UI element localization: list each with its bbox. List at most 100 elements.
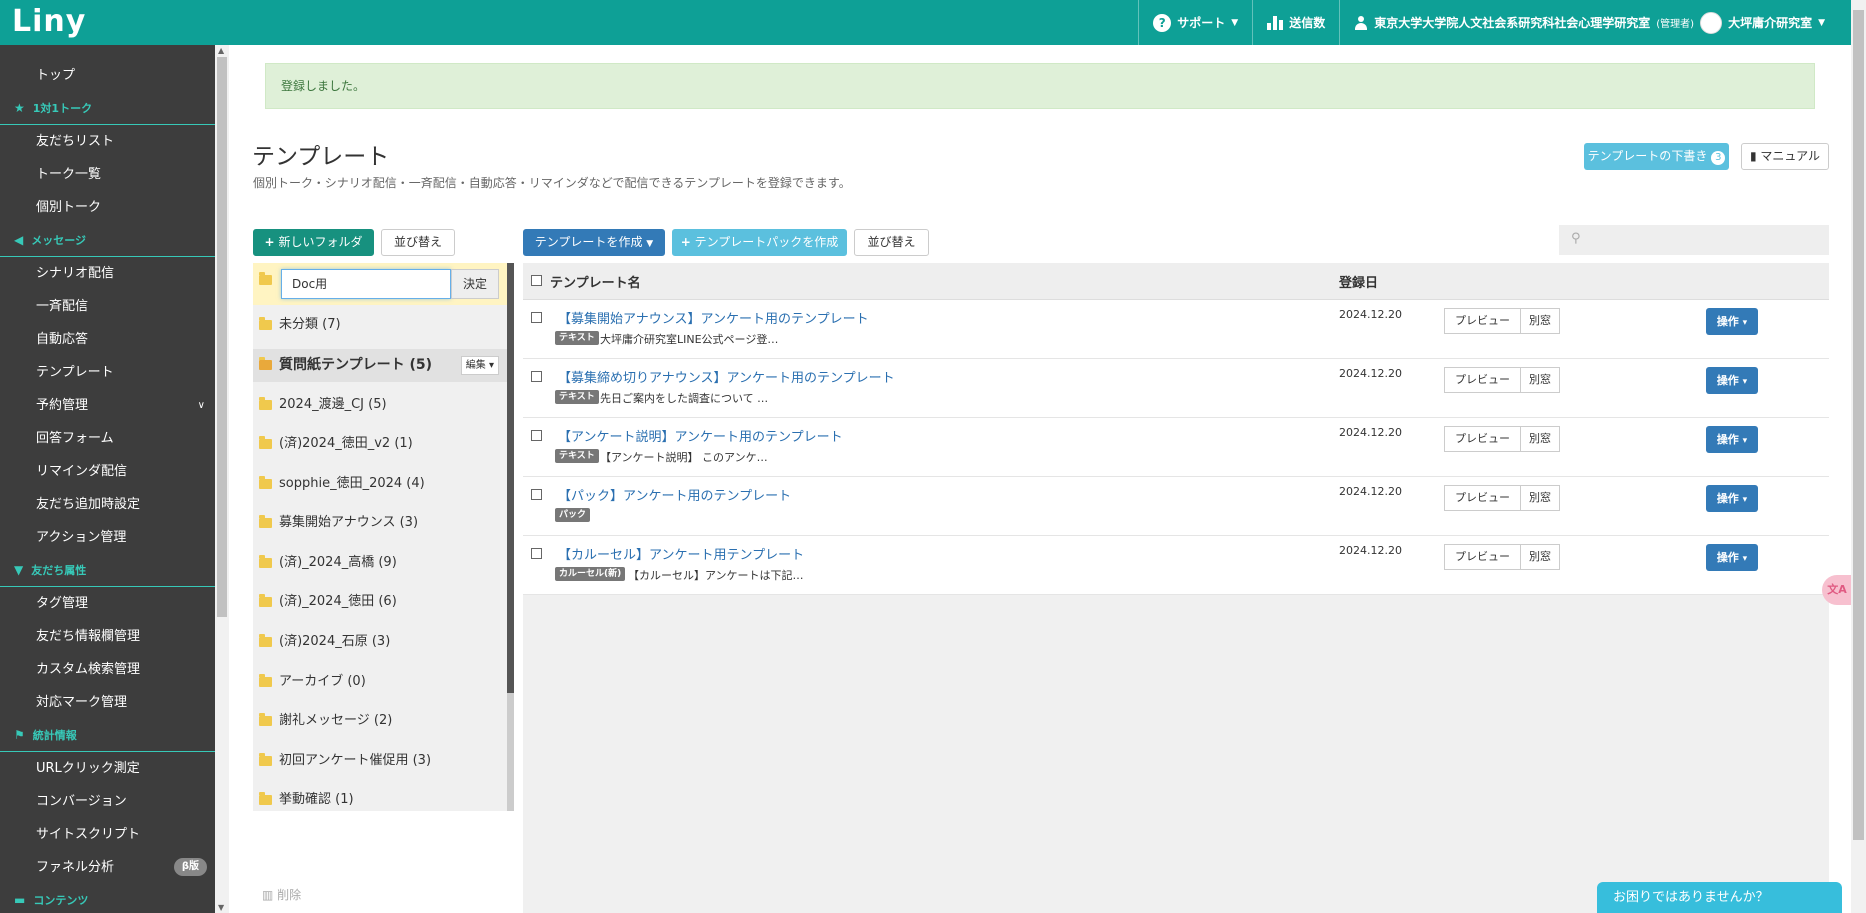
operations-dropdown[interactable]: 操作 ▾ bbox=[1706, 308, 1758, 335]
new-window-button[interactable]: 別窓 bbox=[1521, 485, 1560, 511]
folder-item[interactable]: sopphie_徳田_2024 (4) bbox=[253, 468, 507, 500]
preview-button[interactable]: プレビュー bbox=[1444, 544, 1521, 570]
row-checkbox[interactable] bbox=[531, 548, 542, 559]
sidebar-item-mark-mgmt[interactable]: 対応マーク管理 bbox=[0, 686, 215, 719]
row-checkbox[interactable] bbox=[531, 312, 542, 323]
template-title-link[interactable]: 【パック】アンケート用のテンプレート bbox=[558, 485, 791, 504]
preview-button[interactable]: プレビュー bbox=[1444, 426, 1521, 452]
folder-item-active[interactable]: 質問紙テンプレート (5) 編集 ▾ bbox=[253, 349, 507, 382]
sidebar-item-url-click[interactable]: URLクリック測定 bbox=[0, 752, 215, 785]
folder-item[interactable]: 挙動確認 (1) bbox=[253, 784, 507, 816]
page-scrollbar[interactable] bbox=[1851, 0, 1866, 913]
preview-button[interactable]: プレビュー bbox=[1444, 367, 1521, 393]
button-label: マニュアル bbox=[1760, 149, 1821, 163]
row-checkbox[interactable] bbox=[531, 430, 542, 441]
folder-item[interactable]: (済)2024_石原 (3) bbox=[253, 626, 507, 658]
create-template-pack-button[interactable]: + テンプレートパックを作成 bbox=[672, 229, 847, 256]
sidebar-item-conversion[interactable]: コンバージョン bbox=[0, 785, 215, 818]
top-bar: Liny ? サポート ▼ 送信数 東京大学大学院人文社会系研究科社会心理学研究… bbox=[0, 0, 1851, 45]
sidebar-item-talk-list[interactable]: トーク一覧 bbox=[0, 158, 215, 191]
sidebar-item-friends-list[interactable]: 友だちリスト bbox=[0, 125, 215, 158]
sidebar-item-reservation[interactable]: 予約管理 ∨ bbox=[0, 389, 215, 422]
preview-button[interactable]: プレビュー bbox=[1444, 308, 1521, 334]
sidebar-item-site-script[interactable]: サイトスクリプト bbox=[0, 818, 215, 851]
template-title-link[interactable]: 【募集締め切りアナウンス】アンケート用のテンプレート bbox=[558, 367, 895, 386]
section-label: 1対1トーク bbox=[32, 101, 93, 115]
help-chat-tab[interactable]: お困りではありませんか？ bbox=[1597, 882, 1842, 913]
folder-item[interactable]: 2024_渡邊_CJ (5) bbox=[253, 389, 507, 421]
folder-name-input[interactable]: Doc用 bbox=[281, 269, 451, 299]
folder-label: 謝礼メッセージ (2) bbox=[279, 713, 393, 728]
scroll-down-icon[interactable]: ▼ bbox=[218, 903, 224, 912]
template-title-link[interactable]: 【アンケート説明】アンケート用のテンプレート bbox=[558, 426, 843, 445]
sidebar-item-auto-reply[interactable]: 自動応答 bbox=[0, 323, 215, 356]
support-menu[interactable]: ? サポート ▼ bbox=[1138, 0, 1252, 45]
confirm-button[interactable]: 決定 bbox=[451, 269, 499, 299]
row-checkbox[interactable] bbox=[531, 371, 542, 382]
folder-item[interactable]: 募集開始アナウンス (3) bbox=[253, 507, 507, 539]
folder-item[interactable]: (済)_2024_高橋 (9) bbox=[253, 547, 507, 579]
folder-icon bbox=[259, 272, 272, 285]
sidebar-item-friend-add-settings[interactable]: 友だち追加時設定 bbox=[0, 488, 215, 521]
sort-folders-button[interactable]: 並び替え bbox=[381, 229, 455, 256]
sidebar-item-answer-form[interactable]: 回答フォーム bbox=[0, 422, 215, 455]
folder-edit-button[interactable]: 編集 ▾ bbox=[460, 356, 499, 375]
sidebar-item-top[interactable]: トップ bbox=[0, 59, 215, 92]
operations-dropdown[interactable]: 操作 ▾ bbox=[1706, 367, 1758, 394]
sidebar-item-scenario[interactable]: シナリオ配信 bbox=[0, 257, 215, 290]
new-window-button[interactable]: 別窓 bbox=[1521, 308, 1560, 334]
sent-count-link[interactable]: 送信数 bbox=[1252, 0, 1339, 45]
new-window-button[interactable]: 別窓 bbox=[1521, 544, 1560, 570]
sidebar-item-template[interactable]: テンプレート bbox=[0, 356, 215, 389]
new-window-button[interactable]: 別窓 bbox=[1521, 367, 1560, 393]
folder-label: 初回アンケート催促用 (3) bbox=[279, 753, 432, 768]
sidebar-item-broadcast[interactable]: 一斉配信 bbox=[0, 290, 215, 323]
folder-item[interactable]: 未分類 (7) bbox=[253, 309, 507, 341]
col-registered-date: 登録日 bbox=[1339, 276, 1379, 291]
app-logo[interactable]: Liny bbox=[12, 4, 86, 39]
preview-button[interactable]: プレビュー bbox=[1444, 485, 1521, 511]
sidebar-item-tag-mgmt[interactable]: タグ管理 bbox=[0, 587, 215, 620]
scrollbar-thumb[interactable] bbox=[1853, 10, 1864, 840]
template-preview-text: 【アンケート説明】 このアンケ… bbox=[600, 451, 768, 464]
sidebar-item-custom-search[interactable]: カスタム検索管理 bbox=[0, 653, 215, 686]
account-menu[interactable]: 東京大学大学院人文社会系研究科社会心理学研究室 (管理者) 大坪庸介研究室 ▼ bbox=[1339, 0, 1851, 45]
delete-folder-link[interactable]: ▥ 削除 bbox=[262, 886, 301, 903]
row-checkbox[interactable] bbox=[531, 489, 542, 500]
sidebar-item-action-mgmt[interactable]: アクション管理 bbox=[0, 521, 215, 554]
folder-scrollbar[interactable] bbox=[507, 263, 514, 811]
manual-button[interactable]: ▮ マニュアル bbox=[1741, 143, 1829, 170]
sidebar-item-individual-talk[interactable]: 個別トーク bbox=[0, 191, 215, 224]
button-label: テンプレートパックを作成 bbox=[694, 235, 839, 249]
new-folder-button[interactable]: + 新しいフォルダ bbox=[253, 229, 374, 256]
sidebar-item-funnel[interactable]: ファネル分析 β版 bbox=[0, 851, 215, 884]
template-drafts-button[interactable]: テンプレートの下書き 3 bbox=[1584, 143, 1729, 170]
template-title-link[interactable]: 【募集開始アナウンス】アンケート用のテンプレート bbox=[558, 308, 869, 327]
folder-item[interactable]: (済)_2024_徳田 (6) bbox=[253, 586, 507, 618]
new-window-button[interactable]: 別窓 bbox=[1521, 426, 1560, 452]
section-label: 統計情報 bbox=[32, 728, 77, 742]
account-lab: 大坪庸介研究室 bbox=[1728, 16, 1813, 30]
select-all-checkbox[interactable] bbox=[531, 275, 542, 286]
folder-item[interactable]: 謝礼メッセージ (2) bbox=[253, 705, 507, 737]
folder-item[interactable]: 初回アンケート催促用 (3) bbox=[253, 745, 507, 777]
scrollbar-thumb[interactable] bbox=[217, 57, 227, 617]
operations-dropdown[interactable]: 操作 ▾ bbox=[1706, 426, 1758, 453]
scrollbar-thumb[interactable] bbox=[507, 263, 514, 693]
scroll-up-icon[interactable]: ▲ bbox=[218, 46, 224, 55]
template-title-link[interactable]: 【カルーセル】アンケート用テンプレート bbox=[558, 544, 804, 563]
folder-item[interactable]: アーカイブ (0) bbox=[253, 666, 507, 698]
create-template-button[interactable]: テンプレートを作成 ▼ bbox=[523, 229, 665, 256]
sidebar-item-friend-info-mgmt[interactable]: 友だち情報欄管理 bbox=[0, 620, 215, 653]
sidebar-item-reminder[interactable]: リマインダ配信 bbox=[0, 455, 215, 488]
sidebar-scrollbar[interactable]: ▲ ▼ bbox=[215, 45, 229, 913]
folder-item[interactable]: (済)2024_徳田_v2 (1) bbox=[253, 428, 507, 460]
search-input[interactable]: ⚲ bbox=[1559, 225, 1829, 255]
folder-label: (済)_2024_高橋 (9) bbox=[279, 555, 397, 570]
operations-dropdown[interactable]: 操作 ▾ bbox=[1706, 485, 1758, 512]
table-row: 【募集開始アナウンス】アンケート用のテンプレート テキスト 大坪庸介研究室LIN… bbox=[523, 300, 1829, 359]
operations-dropdown[interactable]: 操作 ▾ bbox=[1706, 544, 1758, 571]
sort-templates-button[interactable]: 並び替え bbox=[854, 229, 929, 256]
sidebar: トップ ★ 1対1トーク 友だちリスト トーク一覧 個別トーク ◀ メッセージ シナ… bbox=[0, 45, 215, 913]
translate-icon[interactable]: 文A bbox=[1822, 575, 1852, 605]
